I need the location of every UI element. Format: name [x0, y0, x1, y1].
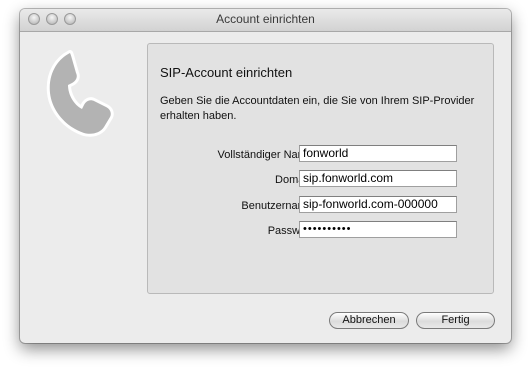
panel-description: Geben Sie die Accountdaten ein, die Sie … — [160, 95, 475, 122]
done-button[interactable]: Fertig — [416, 312, 495, 329]
window-title: Account einrichten — [216, 12, 315, 26]
account-panel: SIP-Account einrichten Geben Sie die Acc… — [147, 43, 494, 294]
panel-heading: SIP-Account einrichten — [160, 65, 293, 80]
phone-handset-icon — [40, 45, 132, 137]
full-name-field[interactable]: fonworld — [299, 145, 457, 162]
username-field[interactable]: sip-fonworld.com-000000 — [299, 196, 457, 213]
dialog-window: Account einrichten SIP-Account einrichte… — [20, 9, 511, 343]
cancel-button[interactable]: Abbrechen — [329, 312, 409, 329]
domain-field[interactable]: sip.fonworld.com — [299, 170, 457, 187]
password-field[interactable]: •••••••••• — [299, 221, 457, 238]
title-bar: Account einrichten — [20, 9, 511, 32]
